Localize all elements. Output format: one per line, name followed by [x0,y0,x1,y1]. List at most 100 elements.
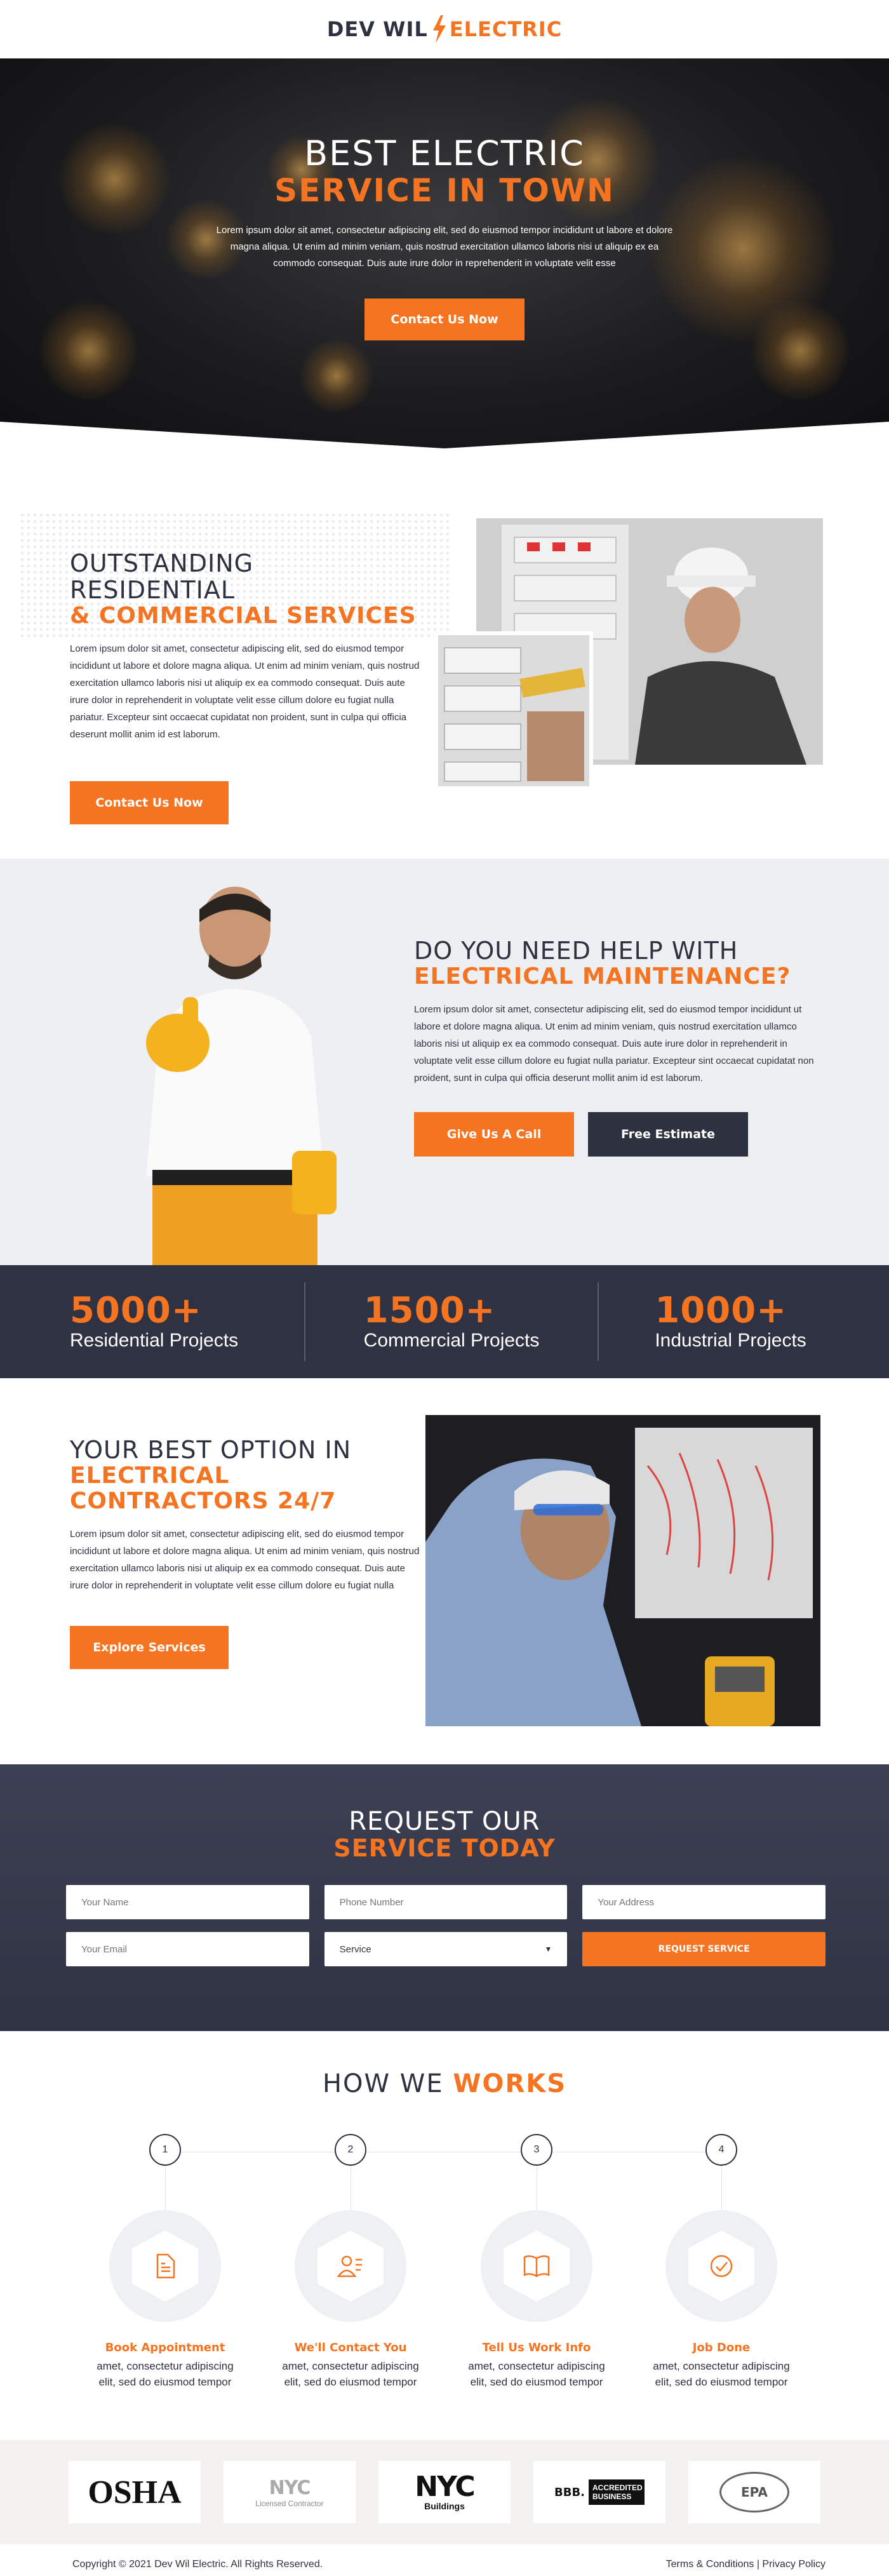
site-header: DEV WIL ELECTRIC [0,0,889,58]
technician-thumbs-up-photo [146,887,337,1265]
maintenance-section: DO YOU NEED HELP WITH ELECTRICAL MAINTEN… [0,859,889,1265]
document-icon [156,2253,175,2279]
nyc-buildings-text: NYC [415,2471,475,2503]
meter-photo-illustration [425,1415,820,1726]
stat-number: 1000+ [655,1290,787,1331]
step-title: We'll Contact You [294,2341,407,2354]
step-book-appointment: 1 Book Appointment amet, consectetur adi… [89,2134,241,2390]
step-job-done: 4 Job Done amet, consectetur adipiscing … [645,2134,798,2390]
free-estimate-button[interactable]: Free Estimate [588,1112,748,1157]
hero-title-line2: SERVICE IN TOWN [274,172,615,209]
step-title: Book Appointment [105,2341,225,2354]
copyright-text: Copyright © 2021 Dev Wil Electric. All R… [72,2559,323,2570]
maintenance-body: Lorem ipsum dolor sit amet, consectetur … [414,1004,814,1083]
residential-text: OUTSTANDING RESIDENTIAL & COMMERCIAL SER… [70,550,425,824]
electrician-meter-photo [425,1415,820,1726]
name-input[interactable] [66,1885,309,1919]
step-hex [504,2231,570,2302]
nyc-logo-text: NYC [269,2476,311,2499]
bbb-accredited-logo: BBB. ACCREDITED BUSINESS [533,2461,665,2523]
contractors-title-line3: CONTRACTORS 24/7 [70,1488,337,1514]
service-select-value: Service [339,1943,371,1955]
nyc-buildings-logo: NYC Buildings [378,2461,511,2523]
request-title: REQUEST OUR SERVICE TODAY [0,1808,889,1861]
landing-page: DEV WIL ELECTRIC BEST ELECTRIC SERVICE I… [0,0,889,2576]
explore-services-button[interactable]: Explore Services [70,1626,229,1669]
step-we-contact-you: 2 We'll Contact You amet, consectetur ad… [274,2134,427,2390]
contractors-title-line1: YOUR BEST OPTION IN [70,1436,352,1464]
nyc-licensed-contractor-logo: NYC Licensed Contractor [224,2461,356,2523]
phone-input[interactable] [324,1885,568,1919]
residential-section: OUTSTANDING RESIDENTIAL & COMMERCIAL SER… [0,448,889,859]
stat-number: 5000+ [70,1290,202,1331]
maintenance-text: DO YOU NEED HELP WITH ELECTRICAL MAINTEN… [414,937,820,1157]
step-icon-bg [109,2210,221,2322]
step-icon-bg [481,2210,592,2322]
step-desc: amet, consectetur adipiscing elit, sed d… [468,2360,605,2388]
contractors-text: YOUR BEST OPTION IN ELECTRICAL CONTRACTO… [70,1437,425,1669]
request-form: Service ▼ REQUEST SERVICE [66,1885,826,1966]
how-we-work-section: HOW WE WORKS 1 Book Appointment amet, co… [0,2031,889,2440]
epa-text: EPA [741,2485,768,2500]
maintenance-title-line1: DO YOU NEED HELP WITH [414,937,739,965]
logo-text-right: ELECTRIC [449,17,563,41]
residential-contact-button[interactable]: Contact Us Now [70,781,229,824]
address-input[interactable] [582,1885,826,1919]
hero-section: BEST ELECTRIC SERVICE IN TOWN Lorem ipsu… [0,58,889,448]
step-desc: amet, consectetur adipiscing elit, sed d… [653,2360,790,2388]
osha-logo-text: OSHA [88,2474,182,2511]
give-call-button[interactable]: Give Us A Call [414,1112,574,1157]
hero-bottom-shape [0,422,889,448]
request-title-line2: SERVICE TODAY [333,1834,556,1862]
hero-body: Lorem ipsum dolor sit amet, consectetur … [216,225,673,269]
request-service-button[interactable]: REQUEST SERVICE [582,1932,826,1966]
step-icon-bg [295,2210,406,2322]
breaker-panel-photo [434,631,593,790]
residential-title-line2: & COMMERCIAL SERVICES [70,603,417,629]
stat-label: Industrial Projects [655,1330,806,1351]
contractors-body: Lorem ipsum dolor sit amet, consectetur … [70,1529,420,1591]
step-desc: amet, consectetur adipiscing elit, sed d… [282,2360,419,2388]
check-circle-icon [710,2255,733,2277]
hero-contact-button[interactable]: Contact Us Now [364,299,525,340]
step-tell-work-info: 3 Tell Us Work Info amet, consectetur ad… [460,2134,613,2390]
residential-title-line1: OUTSTANDING RESIDENTIAL [70,549,254,604]
contractors-section: YOUR BEST OPTION IN ELECTRICAL CONTRACTO… [0,1378,889,1764]
step-hex [318,2231,384,2302]
bbb-wrap: BBB. ACCREDITED BUSINESS [554,2479,645,2505]
bbb-text: ACCREDITED BUSINESS [589,2479,645,2505]
step-connector [721,2166,722,2210]
step-hex [688,2231,754,2302]
email-input[interactable] [66,1932,309,1966]
stat-label: Residential Projects [70,1330,239,1351]
step-number: 4 [705,2134,737,2166]
stat-label: Commercial Projects [363,1330,540,1351]
nyc-logo-subtext: Licensed Contractor [255,2499,324,2508]
brand-logo[interactable]: DEV WIL ELECTRIC [327,15,562,43]
step-connector [164,2166,166,2210]
stat-industrial: 1000+ Industrial Projects [599,1292,889,1352]
maintenance-title-line2: ELECTRICAL MAINTENANCE? [414,963,791,989]
service-select[interactable]: Service ▼ [324,1932,568,1966]
step-title: Job Done [692,2341,751,2354]
request-title-line1: REQUEST OUR [349,1807,540,1836]
user-contact-icon [337,2255,362,2277]
step-number: 2 [335,2134,366,2166]
lightning-bolt-icon [432,15,446,43]
step-hex [132,2231,198,2302]
stat-commercial: 1500+ Commercial Projects [305,1292,598,1352]
hero-content: BEST ELECTRIC SERVICE IN TOWN Lorem ipsu… [0,135,889,340]
breaker-illustration [438,635,589,786]
how-title: HOW WE WORKS [0,2069,889,2098]
step-icon-bg [665,2210,777,2322]
certifications-bar: OSHA NYC Licensed Contractor NYC Buildin… [0,2440,889,2544]
how-title-light: HOW WE [322,2069,444,2098]
epa-certified-logo: EPA [688,2461,820,2523]
bbb-mark: BBB. [554,2485,585,2499]
request-section: REQUEST OUR SERVICE TODAY Service ▼ REQU… [0,1764,889,2031]
step-number: 3 [521,2134,552,2166]
footer-links[interactable]: Terms & Conditions | Privacy Policy [666,2559,826,2570]
stat-number: 1500+ [363,1290,496,1331]
contractors-title-line2: ELECTRICAL [70,1463,230,1489]
hero-title-line1: BEST ELECTRIC [304,133,585,173]
